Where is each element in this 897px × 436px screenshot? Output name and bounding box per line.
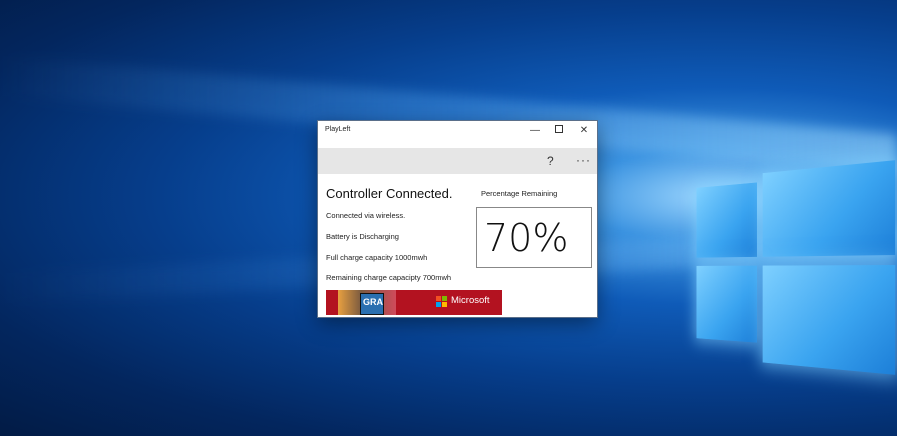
desktop: { "window": { "title": "PlayLeft", "mini… — [0, 0, 897, 436]
percentage-value: 70% — [484, 216, 568, 260]
logo-square — [436, 302, 441, 307]
ad-brand-text: Microsoft — [451, 295, 490, 306]
remaining-capacity-text: Remaining charge capacipty 700mwh — [326, 273, 451, 282]
command-bar: ? ··· — [318, 148, 597, 174]
title-bar[interactable]: PlayLeft — ✕ — [318, 121, 597, 148]
battery-state-text: Battery is Discharging — [326, 232, 399, 241]
logo-square — [436, 296, 441, 301]
minimize-button[interactable]: — — [523, 123, 547, 139]
percentage-label: Percentage Remaining — [481, 189, 557, 198]
phone-image: GRA — [360, 293, 384, 315]
close-button[interactable]: ✕ — [572, 123, 596, 139]
windows-logo-pane — [763, 160, 895, 257]
more-options-button[interactable]: ··· — [576, 153, 591, 167]
full-capacity-text: Full charge capacity 1000mwh — [326, 253, 427, 262]
logo-square — [442, 302, 447, 307]
window-title: PlayLeft — [325, 126, 350, 133]
windows-logo-pane — [697, 182, 757, 257]
ad-banner[interactable]: GRA Microsoft — [326, 290, 502, 315]
percentage-box: 70% — [476, 207, 592, 268]
connection-type-text: Connected via wireless. — [326, 211, 405, 220]
microsoft-logo-icon — [436, 296, 447, 307]
maximize-icon — [555, 125, 563, 133]
help-button[interactable]: ? — [547, 154, 554, 168]
maximize-button[interactable] — [547, 123, 571, 139]
windows-logo-pane — [697, 266, 757, 343]
windows-logo-pane — [763, 265, 895, 375]
ad-art-text: GRA — [363, 297, 383, 307]
logo-square — [442, 296, 447, 301]
connection-heading: Controller Connected. — [326, 186, 452, 201]
app-window: PlayLeft — ✕ ? ··· Controller Connected.… — [318, 121, 597, 317]
windows-logo — [692, 140, 897, 400]
ad-artwork: GRA — [338, 290, 396, 315]
